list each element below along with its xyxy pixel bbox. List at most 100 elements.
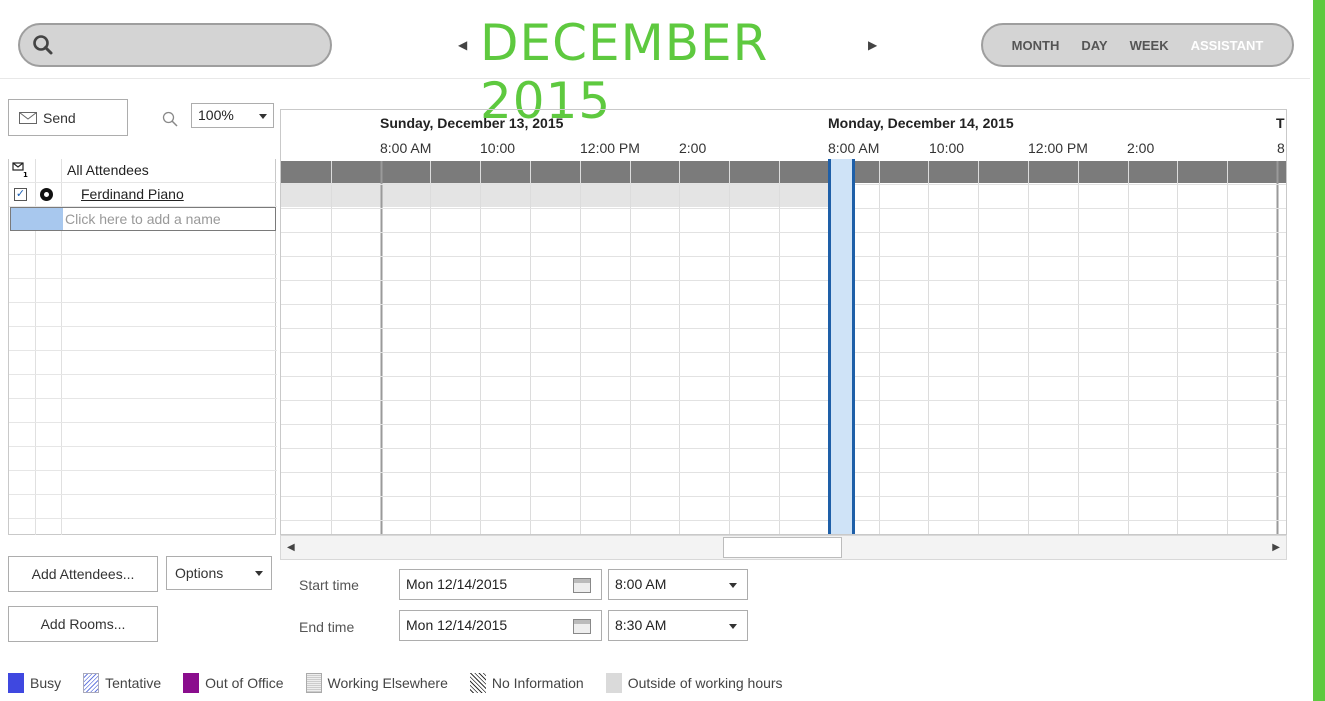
time-label: 10:00 bbox=[929, 140, 965, 156]
start-time-label: Start time bbox=[299, 577, 359, 593]
attendee-name[interactable]: Ferdinand Piano bbox=[81, 186, 184, 202]
zoom-icon[interactable] bbox=[162, 111, 178, 127]
selected-meeting-slot[interactable] bbox=[828, 159, 855, 534]
day-header-monday: Monday, December 14, 2015 bbox=[828, 115, 1014, 131]
send-label: Send bbox=[43, 109, 76, 126]
search-icon bbox=[33, 35, 53, 55]
chevron-down-icon bbox=[729, 583, 737, 588]
no-information-swatch bbox=[469, 673, 486, 693]
tentative-swatch bbox=[83, 673, 100, 693]
add-attendees-button[interactable]: Add Attendees... bbox=[8, 556, 158, 592]
attendee-header-row: 1 All Attendees bbox=[9, 159, 277, 183]
attendee-empty-row bbox=[9, 327, 277, 351]
scheduling-grid[interactable]: Sunday, December 13, 2015 Monday, Decemb… bbox=[280, 109, 1287, 535]
chevron-down-icon bbox=[255, 571, 263, 576]
next-month-arrow-icon[interactable]: ▶ bbox=[868, 38, 877, 52]
attendee-empty-row bbox=[9, 303, 277, 327]
time-label: 2:00 bbox=[679, 140, 707, 156]
legend-out-of-office: Out of Office bbox=[183, 673, 284, 693]
grid-lines bbox=[281, 161, 1286, 534]
time-label: 12:00 PM bbox=[1028, 140, 1088, 156]
legend-working-elsewhere: Working Elsewhere bbox=[305, 673, 448, 693]
time-label: 12:00 PM bbox=[580, 140, 640, 156]
add-name-selection bbox=[11, 208, 63, 230]
attendee-empty-row bbox=[9, 471, 277, 495]
attendee-empty-row bbox=[9, 279, 277, 303]
legend-tentative: Tentative bbox=[83, 673, 161, 693]
legend-label: Tentative bbox=[105, 675, 162, 691]
previous-month-arrow-icon[interactable]: ◀ bbox=[458, 38, 467, 52]
all-attendees-label: All Attendees bbox=[67, 162, 149, 178]
calendar-icon[interactable] bbox=[573, 619, 591, 634]
attendee-empty-row bbox=[9, 495, 277, 519]
scroll-left-arrow-icon[interactable]: ◀ bbox=[287, 542, 295, 553]
attendee-row[interactable]: ✓ Ferdinand Piano bbox=[9, 183, 277, 207]
add-name-placeholder: Click here to add a name bbox=[65, 211, 221, 227]
header-divider bbox=[0, 78, 1310, 79]
legend-label: Busy bbox=[30, 675, 62, 691]
view-switcher: MONTH DAY WEEK ASSISTANT bbox=[981, 23, 1294, 67]
legend-label: No Information bbox=[491, 675, 584, 691]
envelope-icon bbox=[19, 111, 37, 124]
attendee-checkbox[interactable]: ✓ bbox=[14, 188, 27, 201]
attendee-empty-row bbox=[9, 255, 277, 279]
attendee-list: 1 All Attendees ✓ Ferdinand Piano Click … bbox=[8, 159, 277, 535]
view-assistant-tab[interactable]: ASSISTANT bbox=[1191, 38, 1264, 53]
end-time-select[interactable]: 8:30 AM bbox=[608, 610, 748, 641]
time-label: 10:00 bbox=[480, 140, 516, 156]
view-week-tab[interactable]: WEEK bbox=[1130, 38, 1169, 53]
legend-label: Outside of working hours bbox=[627, 675, 783, 691]
calendar-icon[interactable] bbox=[573, 578, 591, 593]
svg-text:1: 1 bbox=[23, 171, 28, 178]
legend-busy: Busy bbox=[8, 673, 61, 693]
legend-label: Working Elsewhere bbox=[327, 675, 448, 691]
horizontal-scrollbar[interactable]: ◀ ▶ bbox=[280, 535, 1287, 560]
attendee-empty-row bbox=[9, 231, 277, 255]
search-input[interactable] bbox=[18, 23, 332, 67]
end-date-value: Mon 12/14/2015 bbox=[406, 617, 508, 633]
end-time-label: End time bbox=[299, 619, 355, 635]
attendee-empty-row bbox=[9, 351, 277, 375]
time-label: 2:00 bbox=[1127, 140, 1155, 156]
accent-edge bbox=[1313, 0, 1325, 701]
start-date-value: Mon 12/14/2015 bbox=[406, 576, 508, 592]
chevron-down-icon bbox=[259, 114, 267, 119]
scrollbar-thumb[interactable] bbox=[723, 537, 842, 558]
start-time-value: 8:00 AM bbox=[615, 576, 667, 592]
chevron-down-icon bbox=[729, 624, 737, 629]
busy-swatch bbox=[8, 673, 24, 693]
start-date-field[interactable]: Mon 12/14/2015 bbox=[399, 569, 602, 600]
out-of-office-swatch bbox=[183, 673, 200, 693]
end-time-value: 8:30 AM bbox=[615, 617, 667, 633]
attendee-empty-row bbox=[9, 447, 277, 471]
availability-legend: Busy Tentative Out of Office Working Els… bbox=[8, 672, 805, 694]
outside-hours-swatch bbox=[605, 673, 622, 693]
zoom-value: 100% bbox=[198, 107, 234, 123]
start-time-select[interactable]: 8:00 AM bbox=[608, 569, 748, 600]
legend-no-information: No Information bbox=[469, 673, 584, 693]
add-rooms-button[interactable]: Add Rooms... bbox=[8, 606, 158, 642]
end-date-field[interactable]: Mon 12/14/2015 bbox=[399, 610, 602, 641]
time-label: 8:00 AM bbox=[380, 140, 432, 156]
organizer-status-icon bbox=[40, 188, 53, 201]
time-label: 8: bbox=[1277, 140, 1286, 156]
add-name-field[interactable]: Click here to add a name bbox=[10, 207, 276, 231]
legend-outside-hours: Outside of working hours bbox=[605, 673, 783, 693]
attendee-empty-row bbox=[9, 375, 277, 399]
view-month-tab[interactable]: MONTH bbox=[1012, 38, 1060, 53]
day-header-sunday: Sunday, December 13, 2015 bbox=[380, 115, 564, 131]
message-recipients-icon: 1 bbox=[12, 162, 28, 178]
legend-label: Out of Office bbox=[205, 675, 284, 691]
scroll-right-arrow-icon[interactable]: ▶ bbox=[1272, 542, 1280, 553]
send-button[interactable]: Send bbox=[8, 99, 128, 136]
attendee-empty-row bbox=[9, 399, 277, 423]
working-elsewhere-swatch bbox=[305, 673, 322, 693]
options-button[interactable]: Options bbox=[166, 556, 272, 590]
time-label: 8:00 AM bbox=[828, 140, 880, 156]
month-navigation: ◀ DECEMBER 2015 ▶ bbox=[450, 12, 890, 130]
attendee-empty-row bbox=[9, 423, 277, 447]
view-day-tab[interactable]: DAY bbox=[1081, 38, 1107, 53]
zoom-select[interactable]: 100% bbox=[191, 103, 274, 128]
options-label: Options bbox=[175, 565, 224, 581]
day-header-next: T bbox=[1276, 115, 1285, 131]
